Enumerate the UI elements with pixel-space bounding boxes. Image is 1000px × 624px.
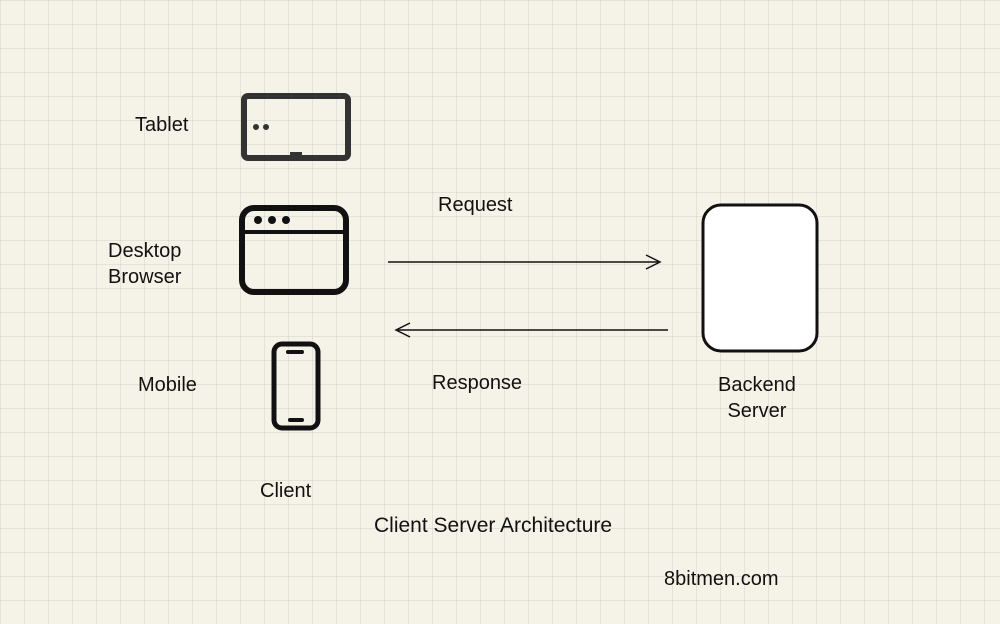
backend-server-label: Backend Server xyxy=(718,372,796,424)
browser-window-icon xyxy=(238,204,350,296)
desktop-browser-label: Desktop Browser xyxy=(108,238,181,290)
attribution-label: 8bitmen.com xyxy=(664,566,779,592)
client-group-label: Client xyxy=(260,478,311,504)
tablet-label: Tablet xyxy=(135,112,188,138)
tablet-icon xyxy=(240,92,352,162)
response-arrow xyxy=(388,320,668,340)
request-label: Request xyxy=(438,192,513,218)
diagram-title: Client Server Architecture xyxy=(374,512,612,539)
server-icon xyxy=(700,202,820,354)
response-label: Response xyxy=(432,370,522,396)
request-arrow xyxy=(388,252,668,272)
smartphone-icon xyxy=(270,340,322,432)
mobile-label: Mobile xyxy=(138,372,197,398)
